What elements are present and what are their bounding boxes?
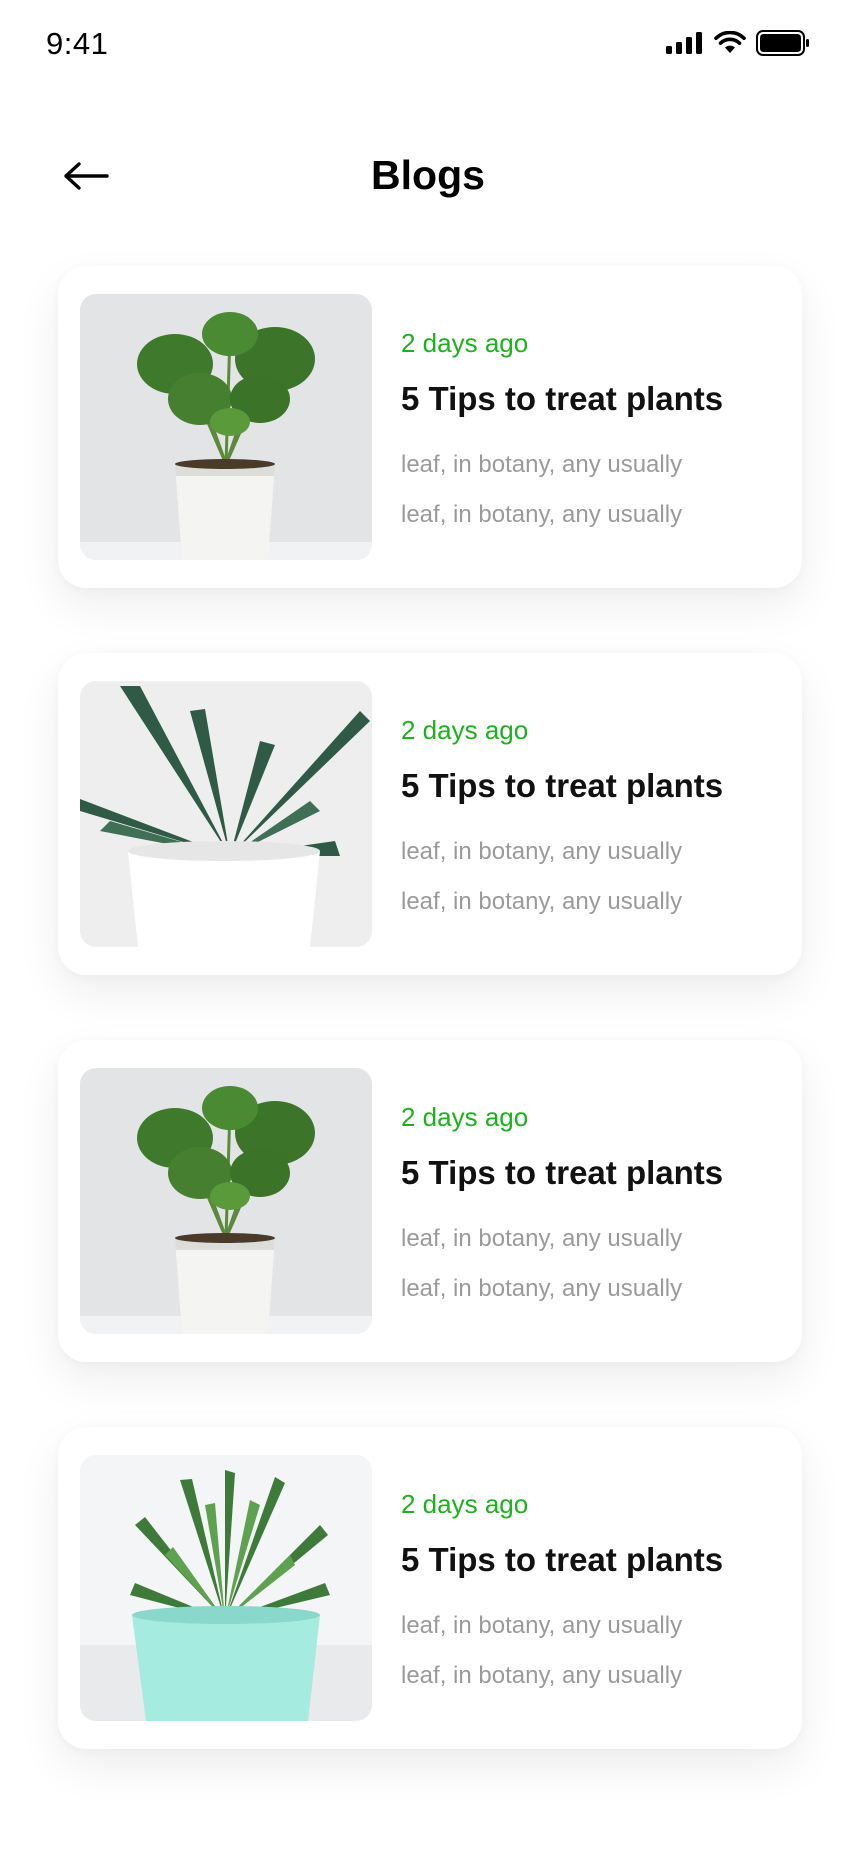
- wifi-icon: [714, 30, 746, 60]
- blog-excerpt: leaf, in botany, any usually leaf, in bo…: [401, 1601, 781, 1701]
- blog-date: 2 days ago: [401, 1102, 529, 1132]
- blog-card[interactable]: 2 days ago 5 Tips to treat plants leaf, …: [58, 1427, 802, 1749]
- nav-header: Blogs: [0, 130, 856, 226]
- blog-text: 2 days ago 5 Tips to treat plants leaf, …: [401, 1102, 781, 1314]
- blog-excerpt-line: leaf, in botany, any usually: [401, 501, 683, 528]
- blog-excerpt-line: leaf, in botany, any usually: [401, 1612, 683, 1639]
- blog-list: 2 days ago 5 Tips to treat plants leaf, …: [58, 266, 802, 1814]
- blog-title[interactable]: 5 Tips to treat plants: [401, 380, 781, 418]
- blog-card[interactable]: 2 days ago 5 Tips to treat plants leaf, …: [58, 1040, 802, 1362]
- blog-excerpt-line: leaf, in botany, any usually: [401, 888, 683, 915]
- blog-excerpt-line: leaf, in botany, any usually: [401, 838, 683, 865]
- blog-thumbnail: [80, 1068, 372, 1334]
- cellular-signal-icon: [666, 31, 704, 59]
- blog-card[interactable]: 2 days ago 5 Tips to treat plants leaf, …: [58, 266, 802, 588]
- blog-excerpt-line: leaf, in botany, any usually: [401, 1275, 683, 1302]
- blog-excerpt: leaf, in botany, any usually leaf, in bo…: [401, 1214, 781, 1314]
- blog-title[interactable]: 5 Tips to treat plants: [401, 767, 781, 805]
- blog-text: 2 days ago 5 Tips to treat plants leaf, …: [401, 715, 781, 927]
- page-title: Blogs: [371, 152, 485, 198]
- blog-title[interactable]: 5 Tips to treat plants: [401, 1154, 781, 1192]
- blog-title[interactable]: 5 Tips to treat plants: [401, 1541, 781, 1579]
- blog-text: 2 days ago 5 Tips to treat plants leaf, …: [401, 328, 781, 540]
- status-time: 9:41: [46, 26, 109, 61]
- blog-date: 2 days ago: [401, 715, 529, 745]
- blog-excerpt-line: leaf, in botany, any usually: [401, 1225, 683, 1252]
- battery-icon: [756, 29, 810, 61]
- blog-thumbnail: [80, 1455, 372, 1721]
- blog-date: 2 days ago: [401, 328, 529, 358]
- status-bar: 9:41: [0, 0, 856, 92]
- blog-card[interactable]: 2 days ago 5 Tips to treat plants leaf, …: [58, 653, 802, 975]
- status-icons: [666, 29, 810, 61]
- blog-excerpt-line: leaf, in botany, any usually: [401, 451, 683, 478]
- blog-excerpt: leaf, in botany, any usually leaf, in bo…: [401, 827, 781, 927]
- blog-thumbnail: [80, 681, 372, 947]
- blog-excerpt: leaf, in botany, any usually leaf, in bo…: [401, 440, 781, 540]
- blog-thumbnail: [80, 294, 372, 560]
- blog-text: 2 days ago 5 Tips to treat plants leaf, …: [401, 1489, 781, 1701]
- blog-excerpt-line: leaf, in botany, any usually: [401, 1662, 683, 1689]
- blog-date: 2 days ago: [401, 1489, 529, 1519]
